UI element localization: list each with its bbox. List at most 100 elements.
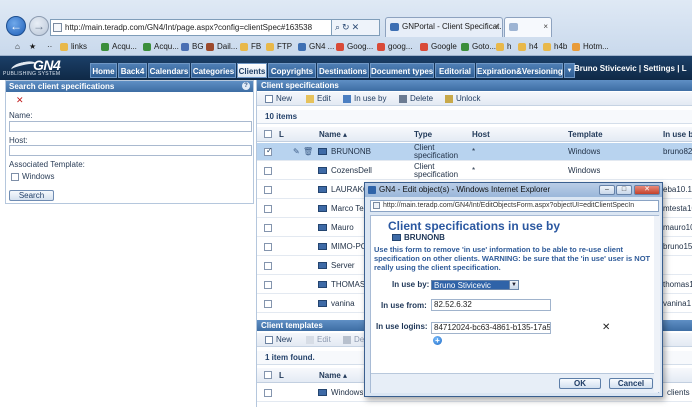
row-name[interactable]: Marco Tes	[331, 204, 368, 213]
address-controls[interactable]: ⌕↻✕	[332, 19, 380, 36]
new-button[interactable]: New	[265, 94, 292, 104]
column-l[interactable]: L	[279, 130, 284, 139]
close-icon[interactable]: ✕	[634, 185, 660, 195]
delete-button[interactable]: Delete	[399, 94, 433, 104]
bookmark-goto[interactable]: Goto...	[461, 38, 496, 55]
column-l[interactable]: L	[279, 371, 284, 380]
row-checkbox[interactable]	[264, 389, 272, 397]
bookmark-gn4[interactable]: GN4 ...	[298, 38, 334, 55]
minimize-icon[interactable]: –	[599, 185, 615, 195]
row-checkbox[interactable]	[264, 167, 272, 175]
nav-tab-document-types[interactable]: Document types	[370, 63, 434, 78]
in-use-by-select[interactable]: Bruno Stivicevic ▼	[431, 280, 519, 290]
row-name[interactable]: vanina	[331, 299, 355, 308]
column-template[interactable]: Template	[568, 130, 603, 139]
cancel-button[interactable]: Cancel	[609, 378, 653, 389]
edit-pencil-icon[interactable]: ✎	[293, 147, 300, 156]
forward-button[interactable]: →	[29, 16, 49, 36]
bookmark-acqu-2[interactable]: Acqu...	[143, 38, 179, 55]
bookmark-dail[interactable]: Dail...	[206, 38, 237, 55]
row-checkbox[interactable]	[264, 243, 272, 251]
bookmark-google[interactable]: Google	[420, 38, 457, 55]
row-name[interactable]: Mauro	[331, 223, 354, 232]
ok-button[interactable]: OK	[559, 378, 601, 389]
bookmark-hotm[interactable]: Hotm...	[572, 38, 609, 55]
bookmark-ftp[interactable]: FTP	[266, 38, 292, 55]
add-login-icon[interactable]: +	[433, 336, 442, 345]
nav-tab-categories[interactable]: Categories	[191, 63, 236, 78]
refresh-icon[interactable]: ↻	[342, 22, 352, 32]
trash-icon[interactable]: 🗑	[303, 147, 313, 156]
column-name[interactable]: Name ▴	[319, 371, 347, 380]
search-button[interactable]: Search	[9, 190, 54, 201]
settings-link[interactable]: Settings	[643, 64, 675, 73]
tab-client-specifications[interactable]: GNPortal - Client Specificat... ×	[385, 17, 503, 37]
column-in-use-by[interactable]: In use by	[663, 130, 692, 139]
user-name[interactable]: Bruno Stivicevic	[574, 64, 637, 73]
clear-search-icon[interactable]: ✕	[16, 96, 26, 105]
nav-tab-home[interactable]: Home	[90, 63, 117, 78]
bookmark-goog-2[interactable]: goog...	[377, 38, 412, 55]
row-checkbox[interactable]	[264, 205, 272, 213]
host-input[interactable]	[9, 145, 252, 156]
favorites-star-icon[interactable]: ★	[18, 38, 36, 55]
dialog-titlebar[interactable]: GN4 - Edit object(s) - Windows Internet …	[365, 183, 662, 197]
row-name[interactable]: Windows	[331, 388, 363, 397]
select-all-checkbox[interactable]	[264, 130, 272, 138]
row-name[interactable]: Server	[331, 261, 355, 270]
menu-dots-icon[interactable]: ··	[36, 38, 52, 55]
row-name[interactable]: CozensDell	[331, 166, 372, 175]
search-icon[interactable]: ⌕	[335, 22, 342, 32]
template-edit-button[interactable]: Edit	[306, 335, 331, 345]
nav-tab-editorial[interactable]: Editorial	[435, 63, 475, 78]
dialog-scrollbar[interactable]	[654, 216, 660, 392]
in-use-logins-input[interactable]: 84712024-bc63-4861-b135-17a575	[431, 322, 551, 334]
bookmark-bg[interactable]: BG	[181, 38, 204, 55]
table-row[interactable]: CozensDell Client specification * Window…	[257, 162, 692, 180]
nav-tab-calendars[interactable]: Calendars	[148, 63, 190, 78]
help-icon[interactable]: ?	[242, 82, 250, 90]
dialog-address-bar[interactable]: http://main.teradp.com/GN4/Int/EditObjec…	[370, 200, 659, 212]
edit-button[interactable]: Edit	[306, 94, 331, 104]
in-use-by-button[interactable]: In use by	[343, 94, 386, 104]
tab-close-icon[interactable]: ×	[494, 18, 499, 36]
column-name[interactable]: Name ▴	[319, 130, 347, 139]
row-checkbox[interactable]	[264, 262, 272, 270]
template-new-button[interactable]: New	[265, 335, 292, 345]
template-delete-button[interactable]: De	[343, 335, 364, 345]
logout-link[interactable]: L	[682, 64, 687, 73]
row-name[interactable]: BRUNONB	[331, 147, 371, 156]
row-checkbox[interactable]	[264, 186, 272, 194]
name-input[interactable]	[9, 121, 252, 132]
nav-tab-expiration-versioning[interactable]: Expiration&Versioning	[476, 63, 563, 78]
table-row[interactable]: ✓ ✎ 🗑 BRUNONB Client specification * Win…	[257, 143, 692, 161]
chevron-down-icon[interactable]: ▼	[509, 280, 519, 290]
back-button[interactable]: ←	[6, 16, 26, 36]
row-checkbox[interactable]	[264, 281, 272, 289]
bookmark-fb[interactable]: FB	[240, 38, 261, 55]
nav-tab-back4[interactable]: Back4	[118, 63, 147, 78]
maximize-icon[interactable]: □	[616, 185, 632, 195]
row-name[interactable]: MIMO-PC	[331, 242, 367, 251]
nav-tab-copyrights[interactable]: Copyrights	[268, 63, 316, 78]
bookmark-links[interactable]: links	[60, 38, 87, 55]
bookmark-h4[interactable]: h4	[518, 38, 538, 55]
bookmark-goog-1[interactable]: Goog...	[336, 38, 373, 55]
address-bar[interactable]: http://main.teradp.com/GN4/Int/page.aspx…	[50, 19, 332, 36]
nav-tab-clients[interactable]: Clients	[237, 63, 267, 78]
bookmark-acqu-1[interactable]: Acqu...	[101, 38, 137, 55]
tab-close-icon[interactable]: ×	[543, 18, 548, 36]
windows-template-checkbox[interactable]	[11, 173, 19, 181]
column-type[interactable]: Type	[414, 130, 432, 139]
tab-new[interactable]: ×	[504, 17, 552, 37]
remove-login-icon[interactable]: ✕	[602, 322, 610, 333]
unlock-button[interactable]: Unlock	[445, 94, 480, 104]
column-host[interactable]: Host	[472, 130, 490, 139]
stop-icon[interactable]: ✕	[352, 22, 362, 32]
select-all-checkbox[interactable]	[264, 371, 272, 379]
in-use-from-input[interactable]: 82.52.6.32	[431, 299, 551, 311]
bookmark-h[interactable]: h	[496, 38, 511, 55]
row-checkbox[interactable]	[264, 224, 272, 232]
bookmark-h4b[interactable]: h4b	[543, 38, 567, 55]
row-checkbox[interactable]	[264, 300, 272, 308]
